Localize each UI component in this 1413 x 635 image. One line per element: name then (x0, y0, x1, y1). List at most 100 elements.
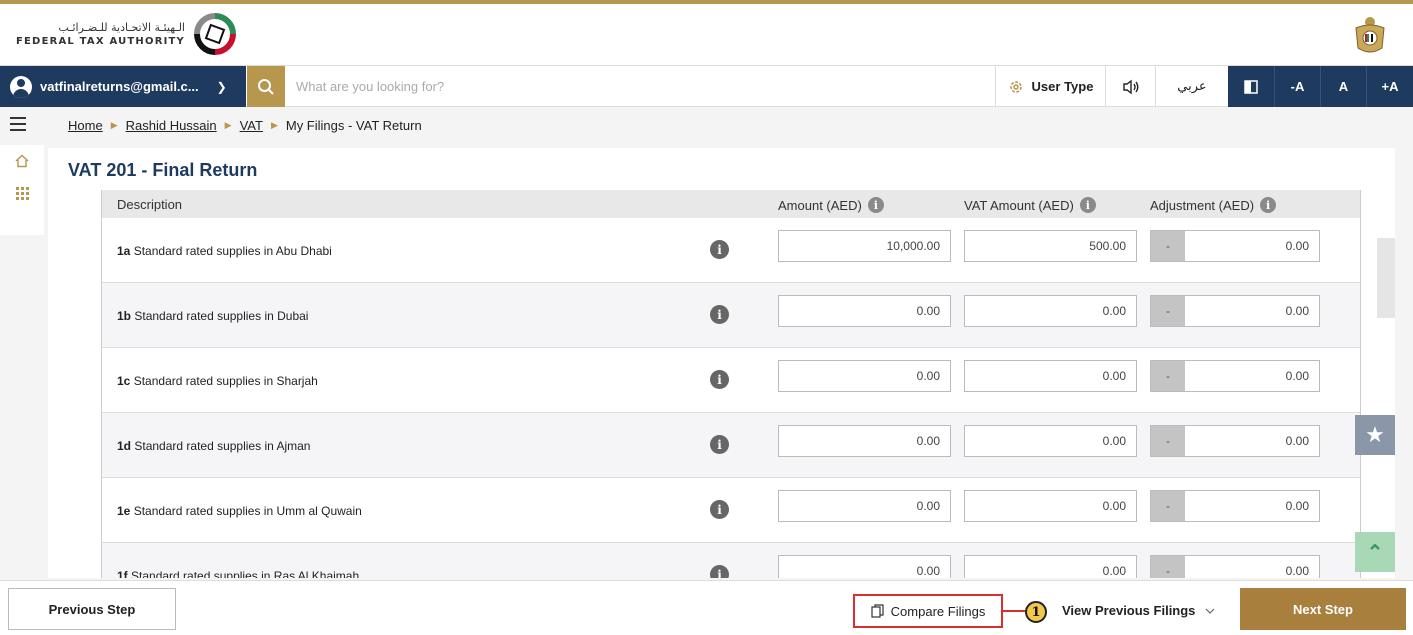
vat-amount-field[interactable]: 0.00 (964, 295, 1137, 327)
breadcrumb-current: My Filings - VAT Return (285, 118, 422, 133)
row-label: 1b Standard rated supplies in Dubai (117, 309, 308, 323)
search-input[interactable] (296, 66, 896, 107)
row-code: 1f (117, 569, 128, 578)
col-amount: Amount (AED) i (778, 197, 884, 213)
breadcrumb-separator-icon: ▶ (110, 120, 118, 130)
user-menu-button[interactable]: vatfinalreturns@gmail.c... ❯ (0, 66, 246, 107)
vat-amount-field[interactable]: 500.00 (964, 230, 1137, 262)
breadcrumb-separator-icon: ▶ (224, 120, 232, 130)
view-previous-filings-dropdown[interactable]: View Previous Filings (1062, 603, 1215, 618)
uae-emblem-icon (1355, 17, 1385, 53)
breadcrumb-user[interactable]: Rashid Hussain (126, 118, 217, 133)
page-scrollbar[interactable] (1377, 238, 1395, 318)
logo-english-text: FEDERAL TAX AUTHORITY (16, 36, 185, 47)
row-code: 1c (117, 374, 131, 388)
compare-filings-label: Compare Filings (890, 603, 986, 619)
adjustment-field[interactable]: - 0.00 (1150, 555, 1320, 578)
col-amount-label: Amount (AED) (778, 197, 862, 213)
info-icon[interactable]: i (710, 500, 729, 519)
next-step-button[interactable]: Next Step (1240, 588, 1406, 630)
row-text: Standard rated supplies in Ajman (134, 439, 311, 453)
arabic-language-button[interactable]: عربي (1155, 66, 1228, 107)
adjustment-field[interactable]: - 0.00 (1150, 425, 1320, 457)
amount-field[interactable]: 10,000.00 (778, 230, 951, 262)
previous-step-button[interactable]: Previous Step (8, 588, 176, 630)
table-row: 1d Standard rated supplies in Ajman i 0.… (102, 413, 1360, 478)
table-row: 1f Standard rated supplies in Ras Al Kha… (102, 543, 1360, 578)
adjustment-sign: - (1151, 231, 1185, 261)
search-button[interactable] (247, 66, 285, 107)
amount-field[interactable]: 0.00 (778, 555, 951, 578)
col-vat-amount-label: VAT Amount (AED) (964, 197, 1074, 213)
adjustment-sign: - (1151, 556, 1185, 578)
adjustment-sign: - (1151, 426, 1185, 456)
info-icon[interactable]: i (710, 565, 729, 578)
fta-logo-icon (194, 13, 236, 55)
amount-field[interactable]: 0.00 (778, 425, 951, 457)
info-icon[interactable]: i (710, 435, 729, 454)
user-type-button[interactable]: User Type (995, 66, 1105, 107)
col-vat-amount: VAT Amount (AED) i (964, 197, 1096, 213)
row-text: Standard rated supplies in Umm al Quwain (133, 504, 362, 518)
font-decrease-button[interactable]: -A (1274, 66, 1320, 107)
row-code: 1a (117, 244, 131, 258)
top-nav-bar: vatfinalreturns@gmail.c... ❯ User Type ع… (0, 65, 1413, 107)
info-icon[interactable]: i (867, 197, 884, 213)
favorite-button[interactable]: ★ (1355, 415, 1395, 455)
table-row: 1b Standard rated supplies in Dubai i 0.… (102, 283, 1360, 348)
adjustment-field[interactable]: - 0.00 (1150, 360, 1320, 392)
logo-text: الـهيئـة الاتحـادية للـضـرائـب FEDERAL T… (16, 21, 185, 47)
compare-filings-button[interactable]: Compare Filings (853, 594, 1003, 628)
vat-amount-field[interactable]: 0.00 (964, 425, 1137, 457)
adjustment-value: 0.00 (1285, 434, 1309, 448)
gear-icon (1009, 80, 1022, 93)
adjustment-value: 0.00 (1285, 239, 1309, 253)
home-nav-button[interactable] (0, 145, 44, 177)
row-text: Standard rated supplies in Sharjah (133, 374, 318, 388)
adjustment-field[interactable]: - 0.00 (1150, 295, 1320, 327)
chevron-down-icon (1205, 608, 1215, 614)
step-footer: Previous Step Compare Filings 1 View Pre… (0, 580, 1413, 635)
search-icon (258, 78, 274, 95)
info-icon[interactable]: i (1079, 197, 1096, 213)
amount-field[interactable]: 0.00 (778, 360, 951, 392)
row-text: Standard rated supplies in Ras Al Khaima… (131, 569, 360, 578)
contrast-icon (1244, 79, 1258, 94)
row-code: 1d (117, 439, 132, 453)
adjustment-field[interactable]: - 0.00 (1150, 490, 1320, 522)
fta-logo[interactable]: الـهيئـة الاتحـادية للـضـرائـب FEDERAL T… (16, 12, 237, 56)
table-row: 1e Standard rated supplies in Umm al Quw… (102, 478, 1360, 543)
vat-amount-field[interactable]: 0.00 (964, 490, 1137, 522)
breadcrumb-home[interactable]: Home (68, 118, 103, 133)
col-description-label: Description (117, 197, 183, 212)
adjustment-field[interactable]: - 0.00 (1150, 230, 1320, 262)
info-icon[interactable]: i (710, 305, 729, 324)
row-label: 1e Standard rated supplies in Umm al Quw… (117, 504, 362, 518)
vat-amount-field[interactable]: 0.00 (964, 360, 1137, 392)
breadcrumb-row: Home ▶ Rashid Hussain ▶ VAT ▶ My Filings… (0, 107, 1413, 145)
col-description: Description (117, 197, 182, 212)
scroll-to-top-button[interactable]: ⌃ (1355, 532, 1395, 572)
read-aloud-button[interactable] (1105, 66, 1155, 107)
vat-amount-field[interactable]: 0.00 (964, 555, 1137, 578)
view-previous-filings-label: View Previous Filings (1062, 603, 1196, 618)
page-title: VAT 201 - Final Return (68, 160, 258, 180)
hamburger-menu-icon[interactable] (10, 117, 26, 131)
adjustment-sign: - (1151, 491, 1185, 521)
font-normal-button[interactable]: A (1320, 66, 1366, 107)
info-icon[interactable]: i (710, 370, 729, 389)
amount-field[interactable]: 0.00 (778, 295, 951, 327)
left-rail (0, 145, 44, 235)
logo-arabic-text: الـهيئـة الاتحـادية للـضـرائـب (58, 21, 185, 34)
font-increase-button[interactable]: +A (1366, 66, 1413, 107)
vat-return-table: Description Amount (AED) i VAT Amount (A… (101, 190, 1361, 578)
info-icon[interactable]: i (1260, 197, 1277, 213)
amount-field[interactable]: 0.00 (778, 490, 951, 522)
breadcrumb-vat[interactable]: VAT (240, 118, 263, 133)
contrast-toggle-button[interactable] (1228, 66, 1274, 107)
apps-grid-button[interactable] (0, 177, 44, 209)
home-icon (15, 154, 29, 168)
info-icon[interactable]: i (710, 240, 729, 259)
annotation-connector (1003, 610, 1025, 612)
row-code: 1e (117, 504, 131, 518)
